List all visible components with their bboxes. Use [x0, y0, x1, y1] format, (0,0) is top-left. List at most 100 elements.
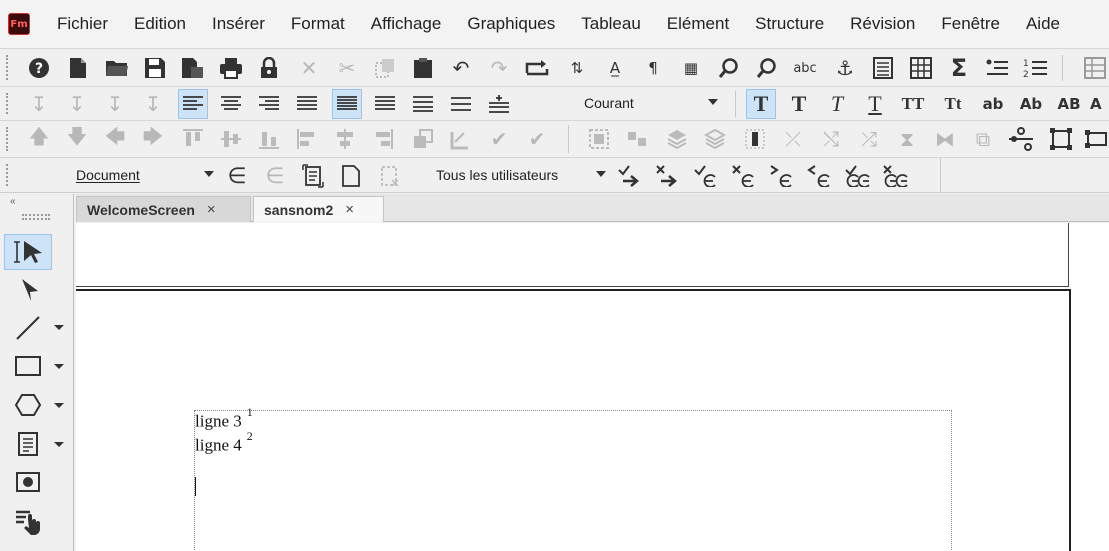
char-style-default-button[interactable]: T [746, 89, 776, 119]
menu-inserer[interactable]: Insérer [199, 0, 278, 48]
frame-icon[interactable] [622, 124, 652, 154]
space-below-icon[interactable]: ↧ [24, 89, 54, 119]
ungroup-icon[interactable] [446, 124, 476, 154]
underline-button[interactable]: T [860, 89, 890, 119]
menu-structure[interactable]: Structure [742, 0, 837, 48]
align-top-icon[interactable] [178, 124, 208, 154]
align-center-objects-icon[interactable] [330, 124, 360, 154]
show-condition-icon[interactable] [298, 161, 328, 191]
lock-icon[interactable] [254, 53, 284, 83]
paragraph-style-select[interactable]: Courant [584, 91, 720, 115]
insert-table-cells-icon[interactable]: ▦ [676, 53, 706, 83]
menu-element[interactable]: Elément [654, 0, 742, 48]
subscript-button[interactable]: Tt [938, 89, 968, 119]
accept-all-icon[interactable] [842, 161, 872, 191]
space-decrease-icon[interactable]: ↧ [138, 89, 168, 119]
select-frame-icon[interactable] [584, 124, 614, 154]
accept-change-icon[interactable] [690, 161, 720, 191]
hand-tool[interactable] [4, 504, 52, 540]
paragraph-spacing-icon[interactable] [484, 89, 514, 119]
align-middle-icon[interactable] [216, 124, 246, 154]
line-spacing-single-icon[interactable] [332, 89, 362, 119]
view-mode-select[interactable]: Document [76, 163, 216, 187]
bring-up-icon[interactable]: 🡅 [24, 124, 54, 154]
uppercase-button[interactable]: AB [1054, 89, 1084, 119]
layer-stack-icon[interactable] [662, 124, 692, 154]
delete-icon[interactable]: ✕ [294, 53, 324, 83]
conditional-text-locked-icon[interactable]: ∈ [260, 161, 290, 191]
graphic-frame-tool[interactable] [4, 464, 52, 500]
polygon-tool[interactable] [4, 387, 52, 423]
tracked-user-select[interactable]: Tous les utilisateurs [436, 163, 608, 187]
align-bottom-icon[interactable] [254, 124, 284, 154]
smart-select-tool[interactable] [4, 234, 52, 270]
smooth-icon[interactable]: ⤭ [816, 124, 846, 154]
unsmooth-icon[interactable]: ⤮ [854, 124, 884, 154]
save-icon[interactable] [140, 53, 170, 83]
bullet-list-icon[interactable] [982, 53, 1012, 83]
rectangle-tool[interactable] [4, 348, 52, 384]
help-icon[interactable]: ? [24, 53, 54, 83]
search-icon[interactable] [752, 53, 782, 83]
object-properties-icon[interactable] [1006, 124, 1036, 154]
align-left-objects-icon[interactable] [292, 124, 322, 154]
line-tool[interactable] [4, 310, 52, 346]
copy-icon[interactable] [370, 53, 400, 83]
menu-fichier[interactable]: Fichier [44, 0, 121, 48]
frame-handles-icon[interactable] [1084, 124, 1109, 154]
footnote-reference[interactable]: 1 [247, 405, 253, 419]
line-spacing-one-half-icon[interactable] [370, 89, 400, 119]
variable-icon[interactable]: A̲ [600, 53, 630, 83]
paste-icon[interactable] [408, 53, 438, 83]
find-replace-icon[interactable] [714, 53, 744, 83]
distribute-icon[interactable] [740, 124, 770, 154]
line-spacing-custom-icon[interactable] [446, 89, 476, 119]
menu-aide[interactable]: Aide [1013, 0, 1073, 48]
space-above-icon[interactable]: ↧ [62, 89, 92, 119]
numbered-list-icon[interactable]: 12 [1020, 53, 1050, 83]
menu-graphiques[interactable]: Graphiques [454, 0, 568, 48]
toolbar-grip[interactable] [6, 127, 10, 151]
document-page[interactable]: ligne 3 1 ligne 4 2 [76, 289, 1071, 551]
text-frame[interactable]: ligne 3 1 ligne 4 2 [194, 405, 952, 551]
marker-icon[interactable]: ¶ [638, 53, 668, 83]
text-frame-tool[interactable] [4, 426, 52, 462]
undo-icon[interactable]: ↶ [446, 53, 476, 83]
lowercase-button[interactable]: ab [978, 89, 1008, 119]
reshape-icon[interactable]: ⤫ [778, 124, 808, 154]
menu-affichage[interactable]: Affichage [358, 0, 455, 48]
move-left-icon[interactable]: 🡄 [100, 124, 130, 154]
document-canvas[interactable]: ligne 3 1 ligne 4 2 [76, 223, 1109, 551]
bold-button[interactable]: T [784, 89, 814, 119]
align-center-icon[interactable] [216, 89, 246, 119]
align-left-icon[interactable] [178, 89, 208, 119]
menu-tableau[interactable]: Tableau [568, 0, 654, 48]
layers-icon[interactable] [700, 124, 730, 154]
spellcheck-icon[interactable]: abc [790, 53, 820, 83]
flip-icon[interactable]: ✔ [484, 124, 514, 154]
reject-change-icon[interactable] [728, 161, 758, 191]
open-folder-icon[interactable] [102, 53, 132, 83]
align-right-icon[interactable] [254, 89, 284, 119]
line-tool-dropdown-icon[interactable] [54, 325, 64, 330]
align-justify-icon[interactable] [292, 89, 322, 119]
rotate-icon[interactable]: ✔ [522, 124, 552, 154]
toolbar-grip[interactable] [6, 55, 10, 80]
move-right-icon[interactable]: 🡆 [138, 124, 168, 154]
text-frame-tool-dropdown-icon[interactable] [54, 442, 64, 447]
equation-icon[interactable]: Σ [944, 53, 974, 83]
scale-icon[interactable]: ⧉ [968, 124, 998, 154]
new-document-icon[interactable] [63, 53, 93, 83]
cut-icon[interactable]: ✂ [332, 53, 362, 83]
table-icon[interactable] [906, 53, 936, 83]
anchor-icon[interactable]: ⚓ [830, 53, 860, 83]
group-icon[interactable] [408, 124, 438, 154]
tab-welcomescreen[interactable]: WelcomeScreen × [76, 196, 251, 222]
flip-horizontal-icon[interactable]: ⧓ [930, 124, 960, 154]
menu-fenetre[interactable]: Fenêtre [928, 0, 1013, 48]
footnote-reference[interactable]: 2 [247, 429, 253, 443]
reject-next-icon[interactable] [652, 161, 682, 191]
send-down-icon[interactable]: 🡇 [62, 124, 92, 154]
accept-next-icon[interactable] [614, 161, 644, 191]
menu-format[interactable]: Format [278, 0, 358, 48]
